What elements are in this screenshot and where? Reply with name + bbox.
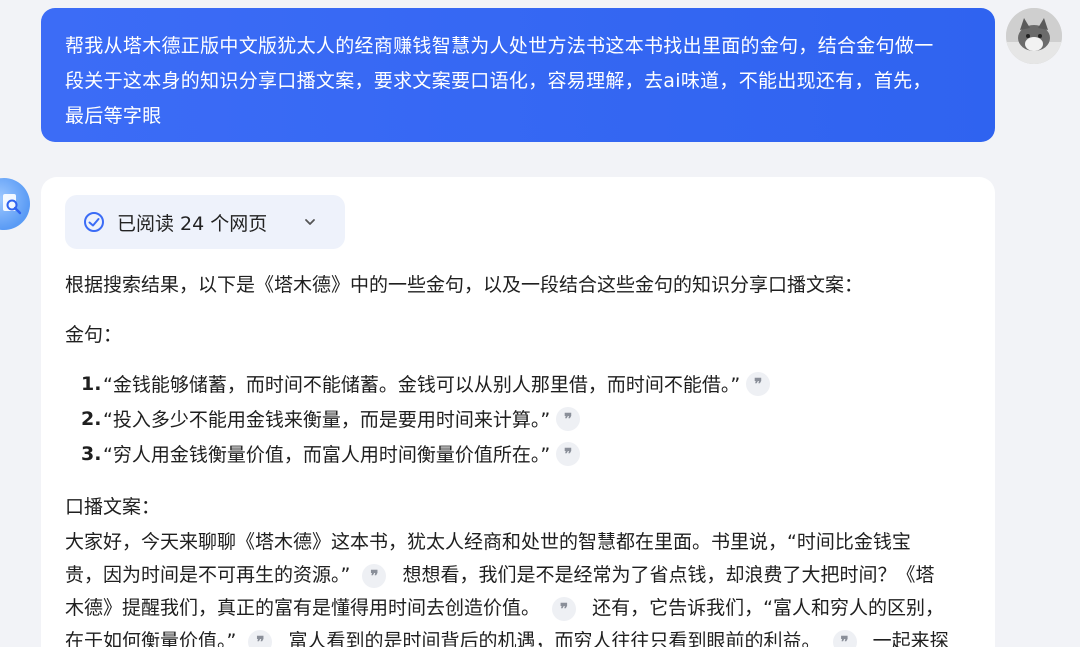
- citation-quote-icon[interactable]: ❞: [746, 371, 771, 396]
- list-item-number: 1.: [81, 372, 102, 395]
- script-heading: 口播文案：: [65, 496, 161, 518]
- check-circle-icon: [84, 212, 104, 232]
- user-message-line: 帮我从塔木德正版中文版犹太人的经商赚钱智慧为人处世方法书这本书找出里面的金句，结…: [65, 35, 934, 57]
- citation-quote-icon[interactable]: ❞: [552, 596, 577, 621]
- script-text: 一起来探: [872, 630, 949, 647]
- user-message-line: 段关于这本身的知识分享口播文案，要求文案要口语化，容易理解，去ai味道，不能出现…: [65, 70, 932, 92]
- list-item-text: “穷人用金钱衡量价值，而富人用时间衡量价值所在。”: [103, 444, 551, 466]
- list-item: 1. “金钱能够储蓄，而时间不能储蓄。金钱可以从别人那里借，而时间不能借。” ❞: [81, 370, 771, 397]
- user-avatar[interactable]: [1006, 8, 1062, 64]
- script-text: 在于如何衡量价值。”: [65, 630, 237, 647]
- citation-quote-icon[interactable]: ❞: [556, 406, 581, 431]
- assistant-avatar: [0, 178, 30, 230]
- script-text: 想想看，我们是不是经常为了省点钱，却浪费了大把时间？《塔: [402, 564, 935, 586]
- script-text: 富人看到的是时间背后的机遇，而穷人往往只看到眼前的利益。: [288, 630, 821, 647]
- script-text: 还有，它告诉我们，“富人和穷人的区别，: [592, 597, 944, 619]
- read-sources-toggle[interactable]: 已阅读 24 个网页: [65, 195, 345, 249]
- citation-quote-icon[interactable]: ❞: [362, 563, 387, 588]
- citation-quote-icon[interactable]: ❞: [556, 441, 581, 466]
- cat-photo-icon: [1006, 8, 1062, 64]
- list-item: 2. “投入多少不能用金钱来衡量，而是要用时间来计算。” ❞: [81, 405, 581, 432]
- list-item-text: “金钱能够储蓄，而时间不能储蓄。金钱可以从别人那里借，而时间不能借。”: [103, 374, 741, 396]
- search-doc-icon: [3, 194, 22, 215]
- script-text: 木德》提醒我们，真正的富有是懂得用时间去创造价值。: [65, 597, 541, 619]
- script-line: 在于如何衡量价值。” ❞ 富人看到的是时间背后的机遇，而穷人往往只看到眼前的利益…: [65, 626, 949, 647]
- list-item-number: 3.: [81, 442, 102, 465]
- user-message-line: 最后等字眼: [65, 105, 162, 127]
- user-message-bubble: 帮我从塔木德正版中文版犹太人的经商赚钱智慧为人处世方法书这本书找出里面的金句，结…: [41, 8, 995, 142]
- list-item: 3. “穷人用金钱衡量价值，而富人用时间衡量价值所在。” ❞: [81, 440, 581, 467]
- chevron-down-icon: [305, 219, 315, 225]
- citation-quote-icon[interactable]: ❞: [832, 629, 857, 647]
- quotes-heading: 金句：: [65, 324, 123, 346]
- assistant-answer-card: 已阅读 24 个网页 根据搜索结果，以下是《塔木德》中的一些金句，以及一段结合这…: [41, 177, 995, 647]
- script-line: 大家好，今天来聊聊《塔木德》这本书，犹太人经商和处世的智慧都在里面。书里说，“时…: [65, 531, 911, 553]
- script-line: 木德》提醒我们，真正的富有是懂得用时间去创造价值。 ❞ 还有，它告诉我们，“富人…: [65, 593, 944, 621]
- answer-intro: 根据搜索结果，以下是《塔木德》中的一些金句，以及一段结合这些金句的知识分享口播文…: [65, 274, 864, 296]
- script-text: 贵，因为时间是不可再生的资源。”: [65, 564, 351, 586]
- read-sources-label: 已阅读 24 个网页: [117, 212, 268, 235]
- citation-quote-icon[interactable]: ❞: [248, 629, 273, 647]
- script-line: 贵，因为时间是不可再生的资源。” ❞ 想想看，我们是不是经常为了省点钱，却浪费了…: [65, 560, 934, 588]
- list-item-text: “投入多少不能用金钱来衡量，而是要用时间来计算。”: [103, 409, 551, 431]
- list-item-number: 2.: [81, 407, 102, 430]
